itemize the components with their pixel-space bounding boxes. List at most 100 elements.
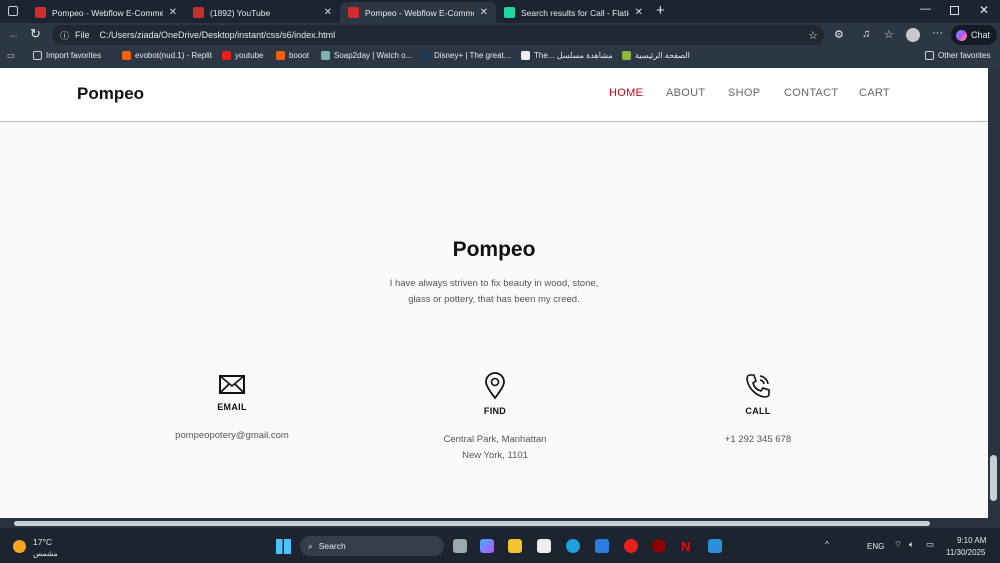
bookmark-evobot[interactable]: evobot(nud.1) - Replit — [122, 51, 212, 60]
restore-button[interactable] — [950, 6, 959, 15]
bookmark-label: Soap2day | Watch o... — [334, 51, 413, 60]
edge-icon[interactable] — [566, 539, 580, 553]
nav-home[interactable]: HOME — [609, 87, 643, 99]
horizontal-scroll-thumb[interactable] — [14, 521, 930, 526]
contact-call: CALL +1 292 345 678 — [638, 372, 878, 448]
site-logo[interactable]: Pompeo — [77, 84, 144, 104]
bookmark-booot[interactable]: booot — [276, 51, 309, 60]
outlook-icon[interactable] — [595, 539, 609, 553]
info-icon: ⓘ — [60, 30, 70, 41]
address-bar[interactable]: ⓘ File C:/Users/ziada/OneDrive/Desktop/i… — [52, 25, 824, 45]
language-indicator[interactable]: ENG — [867, 542, 884, 551]
netflix-icon[interactable]: N — [681, 539, 695, 554]
tab-flaticon[interactable]: Search results for Call - Flaticon ✕ — [496, 2, 651, 23]
close-tab-icon[interactable]: ✕ — [635, 7, 643, 18]
tab-pompeo-active[interactable]: Pompeo - Webflow E-Commerce ✕ — [340, 2, 496, 23]
collections-icon[interactable]: ▭ — [7, 51, 15, 60]
taskbar-search[interactable]: ⌕ Search — [300, 536, 444, 556]
nav-cart[interactable]: CART — [859, 87, 890, 99]
hero-text: I have always striven to fix beauty in w… — [0, 276, 988, 308]
favorites-icon[interactable]: ☆ — [884, 28, 894, 41]
bookmark-home-ar[interactable]: الصفحة الرئيسية — [622, 51, 690, 60]
back-icon[interactable]: ← — [8, 27, 20, 41]
task-view-icon[interactable] — [453, 539, 467, 553]
tab-title: Search results for Call - Flaticon — [521, 7, 629, 18]
search-label: Search — [318, 541, 346, 551]
pompeo-favicon — [348, 7, 359, 18]
search-icon: ⌕ — [308, 540, 313, 551]
bookmark-import-favorites[interactable]: Import favorites — [33, 51, 101, 60]
address-line: Central Park, Manhattan — [443, 434, 547, 445]
bookmark-soap2day[interactable]: Soap2day | Watch o... — [321, 51, 412, 60]
taskbar: 17°C مشمس ⌕ Search N ^ ENG ⌔ 🔈︎ ▭ 9:10 AM… — [0, 528, 1000, 563]
address-bar-row: ← ↻ ⓘ File C:/Users/ziada/OneDrive/Deskt… — [0, 23, 1000, 47]
volume-icon[interactable]: 🔈︎ — [909, 539, 914, 550]
tab-title: (1892) YouTube — [210, 7, 271, 18]
nav-contact[interactable]: CONTACT — [784, 87, 838, 99]
copilot-app-icon[interactable] — [480, 539, 494, 553]
copilot-icon — [956, 29, 967, 41]
close-window-button[interactable]: ✕ — [979, 3, 989, 17]
address-line: New York, 1101 — [462, 450, 528, 461]
pompeo-favicon — [35, 7, 46, 18]
favorite-star-icon[interactable]: ☆ — [808, 29, 818, 42]
weather-temp[interactable]: 17°C — [33, 537, 52, 547]
refresh-icon[interactable]: ↻ — [30, 26, 41, 42]
scheme-label: File — [75, 30, 90, 40]
contact-phone-value[interactable]: +1 292 345 678 — [638, 432, 878, 448]
bookmark-youtube[interactable]: youtube — [222, 51, 263, 60]
bookmark-label: Import favorites — [46, 51, 102, 60]
hero-line: I have always striven to fix beauty in w… — [389, 278, 599, 289]
bookmark-series[interactable]: The... مشاهدة مسلسل — [521, 51, 613, 60]
media-icon[interactable]: ♫ — [862, 28, 870, 40]
file-explorer-icon[interactable] — [508, 539, 522, 553]
contact-email: EMAIL pompeopotery@gmail.com — [112, 372, 352, 444]
weather-text: مشمس — [33, 549, 58, 558]
contact-email-value[interactable]: pompeopotery@gmail.com — [112, 428, 352, 444]
bookmark-disney[interactable]: Disney+ | The great... — [421, 51, 510, 60]
battery-icon[interactable]: ▭ — [926, 539, 934, 550]
vertical-scroll-thumb[interactable] — [990, 455, 997, 501]
app-icon[interactable] — [652, 539, 666, 553]
clock-date[interactable]: 11/30/2025 — [946, 548, 985, 557]
chat-label: Chat — [971, 30, 991, 40]
close-tab-icon[interactable]: ✕ — [480, 7, 488, 18]
tab-youtube[interactable]: (1892) YouTube ✕ — [185, 2, 340, 23]
extensions-icon[interactable]: ⚙ — [834, 28, 844, 41]
contact-label: CALL — [745, 406, 771, 416]
nav-about[interactable]: ABOUT — [666, 87, 705, 99]
tray-chevron-icon[interactable]: ^ — [825, 539, 829, 549]
close-tab-icon[interactable]: ✕ — [324, 7, 332, 18]
flaticon-favicon — [504, 7, 515, 18]
contact-find: FIND Central Park, Manhattan New York, 11… — [375, 372, 615, 464]
wifi-icon[interactable]: ⌔ — [894, 539, 902, 550]
bookmark-label: Disney+ | The great... — [434, 51, 511, 60]
bookmark-label: youtube — [235, 51, 264, 60]
copilot-chat-button[interactable]: Chat — [951, 25, 997, 45]
tab-title: Pompeo - Webflow E-Commerce — [365, 7, 474, 18]
web-page: Pompeo HOME ABOUT SHOP CONTACT CART Pomp… — [0, 68, 988, 518]
phone-icon — [746, 374, 770, 398]
tab-pompeo-1[interactable]: Pompeo - Webflow E-Commerce ✕ — [27, 2, 185, 23]
contact-label: FIND — [483, 406, 507, 416]
start-windows-icon[interactable] — [276, 539, 291, 554]
profile-avatar[interactable] — [906, 28, 920, 42]
store-icon[interactable] — [537, 539, 551, 553]
new-tab-button[interactable]: + — [656, 2, 665, 19]
tab-title: Pompeo - Webflow E-Commerce — [52, 7, 163, 18]
bookmark-label: Other favorites — [938, 51, 991, 60]
close-tab-icon[interactable]: ✕ — [169, 7, 177, 18]
weather-sun-icon — [13, 540, 26, 553]
minimize-button[interactable]: — — [920, 3, 931, 15]
nav-shop[interactable]: SHOP — [728, 87, 760, 99]
other-favorites[interactable]: Other favorites — [925, 51, 990, 60]
map-pin-icon — [485, 372, 505, 400]
vscode-icon[interactable] — [708, 539, 722, 553]
url-text[interactable]: C:/Users/ziada/OneDrive/Desktop/instant/… — [100, 30, 336, 40]
hero-title: Pompeo — [452, 238, 536, 261]
tab-actions-icon[interactable] — [8, 6, 18, 16]
more-menu-icon[interactable]: ··· — [932, 27, 943, 39]
youtube-music-icon[interactable] — [624, 539, 638, 553]
clock-time[interactable]: 9:10 AM — [957, 536, 986, 545]
contact-address: Central Park, Manhattan New York, 1101 — [375, 432, 615, 464]
